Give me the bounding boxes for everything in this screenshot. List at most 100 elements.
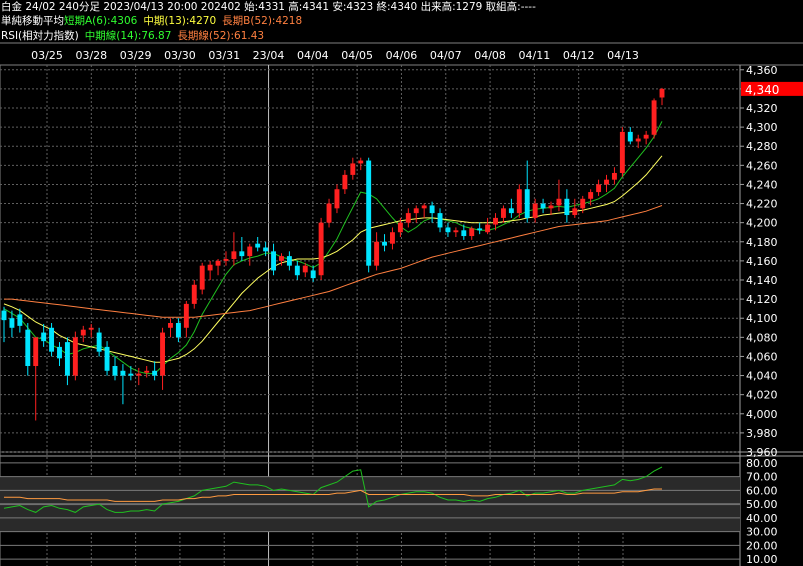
price-tick-label: 4,040: [746, 370, 778, 383]
candle-body: [342, 174, 348, 190]
candle-body: [469, 228, 475, 237]
rsi-tick-label: 60.00: [746, 484, 778, 497]
candle-body: [152, 370, 158, 376]
candle-body: [500, 208, 506, 218]
price-tick-label: 4,300: [746, 121, 778, 134]
candle-body: [104, 346, 110, 371]
candle-body: [318, 222, 324, 276]
candle-body: [429, 205, 435, 214]
candle-body: [397, 222, 403, 233]
candle-body: [80, 329, 86, 336]
candle-body: [160, 332, 166, 376]
candle-body: [461, 230, 467, 237]
candle-body: [564, 198, 570, 216]
candle-body: [239, 251, 245, 257]
candle-body: [17, 314, 23, 326]
date-label: 04/05: [341, 49, 373, 62]
candle-body: [41, 332, 47, 342]
candle-body: [57, 346, 62, 359]
candle-body: [9, 318, 15, 328]
candle-body: [168, 323, 173, 328]
date-label: 04/08: [474, 49, 506, 62]
candle-body: [493, 217, 498, 225]
candle-body: [191, 284, 197, 304]
ma-mid-line: [3, 155, 663, 363]
candle-body: [175, 323, 181, 338]
rsi-tick-label: 10.00: [746, 553, 778, 566]
ma-short-line: [3, 121, 663, 375]
candle-body: [548, 205, 554, 209]
candle-body: [556, 198, 562, 206]
current-price-label: 4,340: [745, 83, 779, 97]
price-tick-label: 4,100: [746, 312, 778, 325]
date-label: 03/31: [208, 49, 240, 62]
candle-body: [508, 208, 514, 214]
candle-body: [302, 265, 308, 273]
price-tick-label: 4,320: [746, 102, 778, 115]
candle-body: [334, 189, 340, 209]
rsi-tick-label: 70.00: [746, 471, 778, 484]
candle-body: [96, 332, 102, 352]
candle-body: [611, 172, 617, 180]
candle-body: [263, 247, 269, 252]
candle-body: [366, 160, 372, 266]
candle-body: [49, 327, 55, 352]
candle-body: [374, 241, 380, 266]
price-chart[interactable]: 03/25 03/28 03/29 03/30 03/31 23/04 04/04 04/05…: [0, 0, 803, 566]
candle-body: [390, 232, 395, 244]
candle-body: [572, 208, 578, 216]
candle-body: [112, 366, 118, 376]
candle-body: [643, 134, 649, 139]
candle-body: [445, 227, 451, 233]
candle-body: [477, 228, 483, 231]
price-tick-label: 4,220: [746, 198, 778, 211]
price-tick-label: 4,020: [746, 389, 778, 402]
price-tick-label: 4,200: [746, 217, 778, 230]
candle-body: [326, 203, 332, 223]
date-label: 03/25: [31, 49, 63, 62]
candle-body: [619, 131, 625, 173]
candle-body: [358, 160, 364, 164]
date-label: 23/04: [253, 49, 285, 62]
candle-body: [199, 265, 205, 290]
candle-body: [588, 192, 594, 199]
date-label: 03/29: [120, 49, 152, 62]
candle-body: [350, 163, 356, 175]
candle-body: [453, 230, 459, 233]
rsi-tick-label: 30.00: [746, 526, 778, 539]
candle-body: [437, 213, 443, 228]
candle-body: [215, 260, 221, 266]
price-tick-label: 4,360: [746, 64, 778, 77]
candle-body: [580, 198, 586, 209]
price-tick-label: 4,180: [746, 236, 778, 249]
price-tick-label: 4,260: [746, 159, 778, 172]
date-label: 04/11: [519, 49, 551, 62]
candle-body: [279, 256, 284, 261]
price-tick-label: 4,060: [746, 350, 778, 363]
date-label: 03/30: [164, 49, 196, 62]
candle-body: [231, 251, 237, 259]
candle-body: [271, 251, 276, 271]
rsi-tick-label: 50.00: [746, 498, 778, 511]
candle-body: [635, 138, 641, 142]
candle-body: [255, 243, 261, 248]
date-label: 04/06: [386, 49, 418, 62]
candle-body: [524, 189, 530, 218]
candle-body: [25, 329, 31, 366]
price-tick-label: 4,160: [746, 255, 778, 268]
candle-body: [405, 213, 411, 223]
candle-body: [1, 310, 7, 321]
price-tick-label: 4,240: [746, 178, 778, 191]
rsi-tick-label: 80.00: [746, 457, 778, 470]
candle-body: [532, 203, 538, 218]
candle-body: [627, 131, 633, 142]
candle-body: [421, 205, 427, 209]
candle-body: [88, 327, 94, 330]
date-label: 04/12: [563, 49, 595, 62]
date-label: 04/13: [607, 49, 639, 62]
candle-body: [413, 208, 419, 214]
candle-body: [128, 373, 134, 376]
price-tick-label: 4,120: [746, 293, 778, 306]
price-tick-label: 4,080: [746, 331, 778, 344]
price-tick-label: 4,280: [746, 140, 778, 153]
